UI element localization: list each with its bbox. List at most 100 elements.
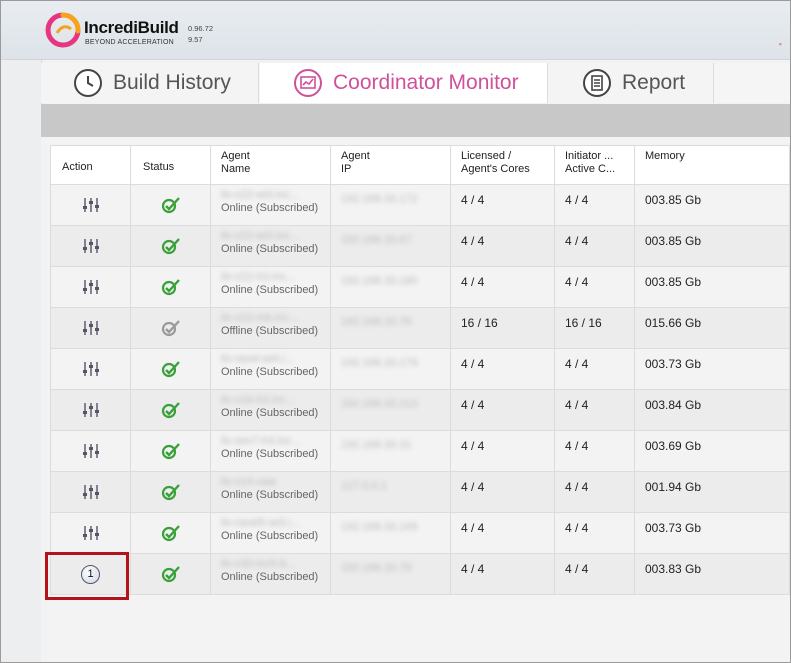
tab-report[interactable]: Report: [549, 63, 714, 103]
status-cell: [130, 348, 211, 390]
agent-state: Online (Subscribed): [221, 489, 319, 501]
licensed-cell: 4 / 4: [450, 471, 555, 513]
agent-state: Offline (Subscribed): [221, 325, 319, 337]
column-header-licensed[interactable]: Licensed / Agent's Cores: [450, 145, 555, 185]
agent-name: ilx-v22-wi3.inc...: [221, 189, 300, 201]
agent-settings-sliders-icon[interactable]: [82, 484, 100, 500]
column-header-initiator[interactable]: Initiator ... Active C...: [554, 145, 635, 185]
initiator-cell: 4 / 4: [554, 266, 635, 308]
initiator-cell: 4 / 4: [554, 184, 635, 226]
initiator-cell: 4 / 4: [554, 471, 635, 513]
list-report-icon: [583, 69, 611, 97]
action-cell[interactable]: [50, 184, 131, 226]
agent-settings-sliders-icon[interactable]: [82, 238, 100, 254]
initiator-cell: 4 / 4: [554, 553, 635, 595]
licensed-cell: 4 / 4: [450, 389, 555, 431]
agent-name-cell: ilx-v22-wi3.inc... Online (Subscribed): [210, 184, 331, 226]
status-cell: [130, 184, 211, 226]
column-header-agent-name[interactable]: Agent Name: [210, 145, 331, 185]
memory-cell: 003.83 Gb: [634, 553, 790, 595]
agent-ip-cell: 192.168.33.213: [330, 389, 451, 431]
agent-settings-sliders-icon[interactable]: [82, 320, 100, 336]
initiator-cell: 16 / 16: [554, 307, 635, 349]
licensed-cell: 4 / 4: [450, 430, 555, 472]
window-corner-icon: ▪: [778, 39, 782, 49]
agent-state: Online (Subscribed): [221, 366, 319, 378]
agent-name: ilx-sev7-h3.inc...: [221, 435, 301, 447]
table-row[interactable]: ilx-v22-wi3.inc... Online (Subscribed) 1…: [50, 225, 790, 267]
table-row[interactable]: ilx-sev7-h3.inc... Online (Subscribed) 1…: [50, 430, 790, 472]
agent-settings-sliders-icon[interactable]: [82, 525, 100, 541]
agent-settings-sliders-icon[interactable]: [82, 279, 100, 295]
table-row[interactable]: ilx-v22-wi3.inc... Online (Subscribed) 1…: [50, 184, 790, 226]
action-cell[interactable]: [50, 225, 131, 267]
agent-name-cell: ilx-v14-vaw Online (Subscribed): [210, 471, 331, 513]
table-row[interactable]: 1 ilx-v30-inch-b... Online (Subscribed) …: [50, 553, 790, 595]
agent-name-cell: ilx-ravel5-wi3.i... Online (Subscribed): [210, 512, 331, 554]
table-row[interactable]: ilx-v22-mb.inc... Offline (Subscribed) 1…: [50, 307, 790, 349]
action-cell[interactable]: [50, 471, 131, 513]
agent-settings-sliders-icon[interactable]: [82, 197, 100, 213]
status-check-icon: [161, 566, 180, 583]
tab-build-history[interactable]: Build History: [41, 63, 259, 103]
action-cell[interactable]: [50, 512, 131, 554]
toolbar-strip: [41, 104, 790, 137]
table-row[interactable]: ilx-ravel-wi4.i... Online (Subscribed) 1…: [50, 348, 790, 390]
agent-name: ilx-v30-inch-b...: [221, 558, 296, 570]
licensed-cell: 4 / 4: [450, 348, 555, 390]
licensed-cell: 16 / 16: [450, 307, 555, 349]
table-row[interactable]: ilx-v22-h3.inc... Online (Subscribed) 19…: [50, 266, 790, 308]
tab-coordinator-monitor[interactable]: Coordinator Monitor: [260, 63, 548, 103]
agent-ip: 192.168.33.213: [341, 398, 418, 410]
status-check-icon: [161, 238, 180, 255]
initiator-cell: 4 / 4: [554, 389, 635, 431]
left-panel: [1, 60, 42, 662]
agent-name: ilx-ravel-wi4.i...: [221, 353, 294, 365]
licensed-cell: 4 / 4: [450, 512, 555, 554]
column-header-agent-ip[interactable]: Agent IP: [330, 145, 451, 185]
tab-report-label: Report: [622, 71, 686, 94]
table-row[interactable]: ilx-v14-vaw Online (Subscribed) 127.0.0.…: [50, 471, 790, 513]
agent-settings-sliders-icon[interactable]: [82, 361, 100, 377]
agent-ip-cell: 192.168.33.31: [330, 430, 451, 472]
action-cell[interactable]: [50, 266, 131, 308]
status-check-icon: [161, 279, 180, 296]
header-bar: IncrediBuild BEYOND ACCELERATION 0.96.72…: [1, 1, 790, 60]
agent-name-cell: ilx-v22-wi3.inc... Online (Subscribed): [210, 225, 331, 267]
monitor-chart-icon: [294, 69, 322, 97]
agent-ip-cell: 192.168.33.172: [330, 184, 451, 226]
agent-settings-sliders-icon[interactable]: [82, 443, 100, 459]
agent-ip: 192.168.33.169: [341, 521, 418, 533]
memory-cell: 003.73 Gb: [634, 512, 790, 554]
agent-ip-cell: 192.168.33.180: [330, 266, 451, 308]
column-header-action[interactable]: Action: [50, 145, 131, 185]
agent-ip: 192.168.33.76: [341, 316, 412, 328]
agent-state: Online (Subscribed): [221, 284, 319, 296]
action-cell[interactable]: [50, 430, 131, 472]
agent-state: Online (Subscribed): [221, 448, 319, 460]
agent-ip: 192.168.33.79: [341, 562, 412, 574]
licensed-cell: 4 / 4: [450, 184, 555, 226]
column-header-status[interactable]: Status: [130, 145, 211, 185]
table-row[interactable]: ilx-v16-h2.inc... Online (Subscribed) 19…: [50, 389, 790, 431]
action-cell[interactable]: [50, 307, 131, 349]
clock-icon: [74, 69, 102, 97]
memory-cell: 015.66 Gb: [634, 307, 790, 349]
memory-cell: 003.84 Gb: [634, 389, 790, 431]
agent-name: ilx-v16-h2.inc...: [221, 394, 295, 406]
initiator-cell: 4 / 4: [554, 225, 635, 267]
table-row[interactable]: ilx-ravel5-wi3.i... Online (Subscribed) …: [50, 512, 790, 554]
agent-state: Online (Subscribed): [221, 407, 319, 419]
agent-ip: 192.168.33.67: [341, 234, 412, 246]
agent-ip-cell: 192.168.33.79: [330, 553, 451, 595]
tab-coordinator-monitor-label: Coordinator Monitor: [333, 71, 519, 94]
action-cell[interactable]: [50, 348, 131, 390]
agent-name: ilx-ravel5-wi3.i...: [221, 517, 300, 529]
licensed-cell: 4 / 4: [450, 553, 555, 595]
agent-state: Online (Subscribed): [221, 571, 319, 583]
agent-ip-cell: 127.0.0.1: [330, 471, 451, 513]
agent-ip-cell: 192.168.33.179: [330, 348, 451, 390]
action-cell[interactable]: [50, 389, 131, 431]
agent-settings-sliders-icon[interactable]: [82, 402, 100, 418]
column-header-memory[interactable]: Memory: [634, 145, 790, 185]
